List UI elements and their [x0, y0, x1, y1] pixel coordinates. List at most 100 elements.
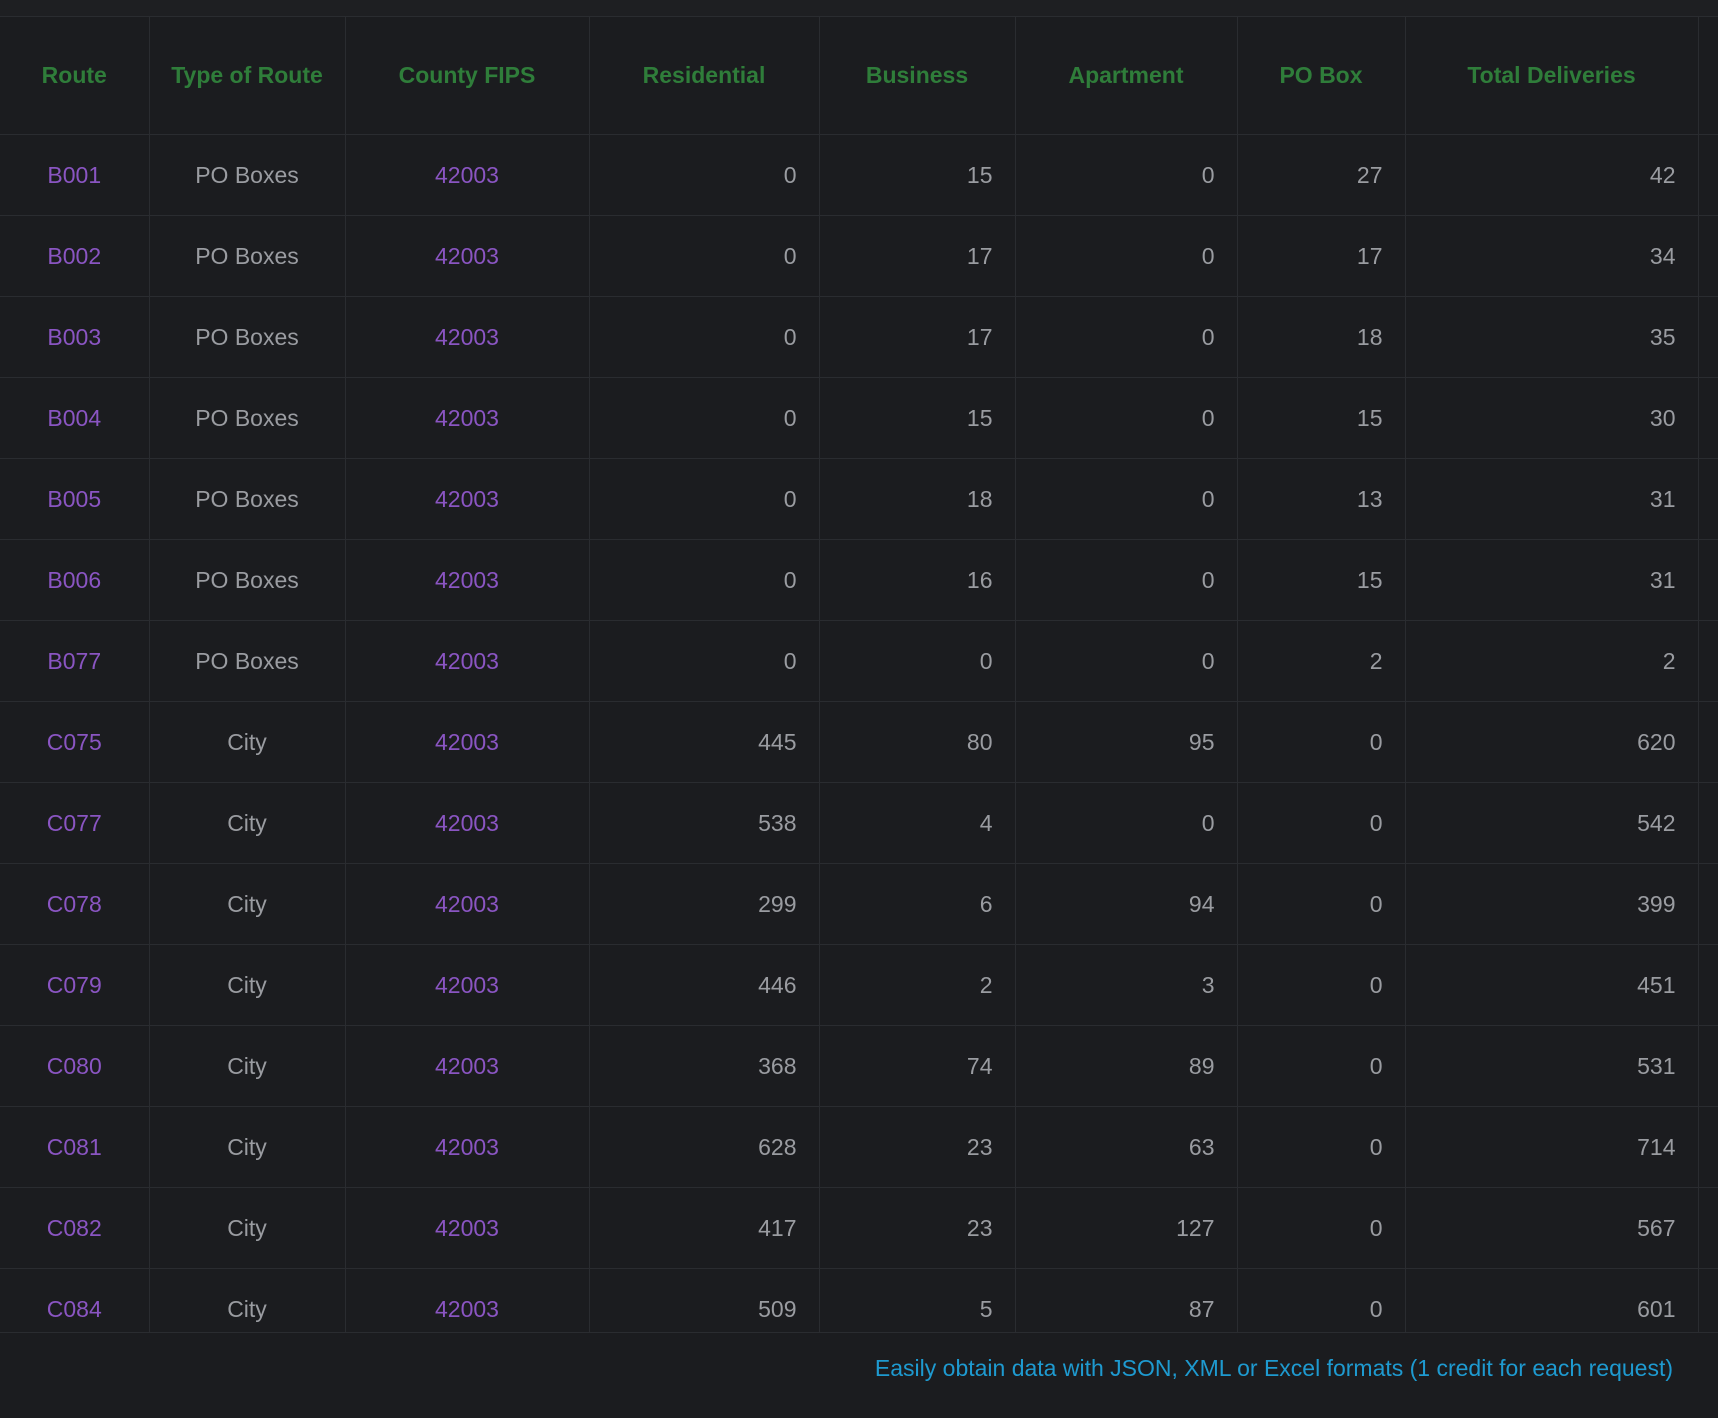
- total-deliveries-cell: 42: [1405, 134, 1699, 216]
- residential-cell: 509: [589, 1268, 820, 1332]
- po-box-cell: 2: [1237, 620, 1406, 702]
- total-deliveries-cell: 531: [1405, 1025, 1699, 1107]
- route-type-cell: PO Boxes: [149, 134, 346, 216]
- route-type-cell: PO Boxes: [149, 539, 346, 621]
- county-fips-link[interactable]: 42003: [345, 458, 590, 540]
- route-link[interactable]: C081: [0, 1106, 150, 1188]
- row-spacer: [1698, 539, 1718, 621]
- county-fips-link[interactable]: 42003: [345, 539, 590, 621]
- business-cell: 2: [819, 944, 1016, 1026]
- route-type-cell: City: [149, 1187, 346, 1269]
- county-fips-link[interactable]: 42003: [345, 215, 590, 297]
- header-total-deliveries[interactable]: Total Deliveries: [1405, 16, 1699, 135]
- total-deliveries-cell: 714: [1405, 1106, 1699, 1188]
- business-cell: 18: [819, 458, 1016, 540]
- route-link[interactable]: B004: [0, 377, 150, 459]
- business-cell: 23: [819, 1106, 1016, 1188]
- apartment-cell: 127: [1015, 1187, 1238, 1269]
- table-row: B006 PO Boxes 42003 0 16 0 15 31: [0, 539, 1718, 621]
- row-spacer: [1698, 944, 1718, 1026]
- route-type-cell: City: [149, 863, 346, 945]
- route-type-cell: City: [149, 1268, 346, 1332]
- business-cell: 15: [819, 377, 1016, 459]
- county-fips-link[interactable]: 42003: [345, 1106, 590, 1188]
- total-deliveries-cell: 567: [1405, 1187, 1699, 1269]
- route-type-cell: PO Boxes: [149, 458, 346, 540]
- route-link[interactable]: C080: [0, 1025, 150, 1107]
- apartment-cell: 95: [1015, 701, 1238, 783]
- apartment-cell: 0: [1015, 296, 1238, 378]
- route-link[interactable]: C079: [0, 944, 150, 1026]
- apartment-cell: 87: [1015, 1268, 1238, 1332]
- table-row: C079 City 42003 446 2 3 0 451: [0, 944, 1718, 1026]
- route-link[interactable]: B005: [0, 458, 150, 540]
- total-deliveries-cell: 399: [1405, 863, 1699, 945]
- business-cell: 17: [819, 215, 1016, 297]
- data-formats-link[interactable]: Easily obtain data with JSON, XML or Exc…: [875, 1355, 1673, 1382]
- table-row: C082 City 42003 417 23 127 0 567: [0, 1187, 1718, 1269]
- route-link[interactable]: C084: [0, 1268, 150, 1332]
- header-residential[interactable]: Residential: [589, 16, 820, 135]
- county-fips-link[interactable]: 42003: [345, 134, 590, 216]
- row-spacer: [1698, 458, 1718, 540]
- route-link[interactable]: B006: [0, 539, 150, 621]
- route-type-cell: City: [149, 944, 346, 1026]
- route-link[interactable]: C082: [0, 1187, 150, 1269]
- header-route[interactable]: Route: [0, 16, 150, 135]
- route-link[interactable]: B001: [0, 134, 150, 216]
- route-link[interactable]: C075: [0, 701, 150, 783]
- county-fips-link[interactable]: 42003: [345, 1025, 590, 1107]
- business-cell: 74: [819, 1025, 1016, 1107]
- total-deliveries-cell: 34: [1405, 215, 1699, 297]
- residential-cell: 0: [589, 620, 820, 702]
- apartment-cell: 94: [1015, 863, 1238, 945]
- county-fips-link[interactable]: 42003: [345, 620, 590, 702]
- total-deliveries-cell: 30: [1405, 377, 1699, 459]
- total-deliveries-cell: 542: [1405, 782, 1699, 864]
- route-link[interactable]: B003: [0, 296, 150, 378]
- county-fips-link[interactable]: 42003: [345, 701, 590, 783]
- county-fips-link[interactable]: 42003: [345, 1268, 590, 1332]
- county-fips-link[interactable]: 42003: [345, 863, 590, 945]
- header-apartment[interactable]: Apartment: [1015, 16, 1238, 135]
- apartment-cell: 89: [1015, 1025, 1238, 1107]
- table-row: C080 City 42003 368 74 89 0 531: [0, 1025, 1718, 1107]
- route-link[interactable]: B002: [0, 215, 150, 297]
- table-row: C084 City 42003 509 5 87 0 601: [0, 1268, 1718, 1332]
- total-deliveries-cell: 31: [1405, 539, 1699, 621]
- route-type-cell: PO Boxes: [149, 215, 346, 297]
- apartment-cell: 0: [1015, 539, 1238, 621]
- row-spacer: [1698, 620, 1718, 702]
- po-box-cell: 15: [1237, 377, 1406, 459]
- route-link[interactable]: B077: [0, 620, 150, 702]
- apartment-cell: 63: [1015, 1106, 1238, 1188]
- total-deliveries-cell: 620: [1405, 701, 1699, 783]
- route-link[interactable]: C078: [0, 863, 150, 945]
- table-row: B002 PO Boxes 42003 0 17 0 17 34: [0, 215, 1718, 297]
- residential-cell: 0: [589, 539, 820, 621]
- route-type-cell: City: [149, 1025, 346, 1107]
- header-type-of-route[interactable]: Type of Route: [149, 16, 346, 135]
- routes-table: Route Type of Route County FIPS Resident…: [0, 16, 1718, 1332]
- po-box-cell: 0: [1237, 1187, 1406, 1269]
- county-fips-link[interactable]: 42003: [345, 944, 590, 1026]
- residential-cell: 0: [589, 377, 820, 459]
- county-fips-link[interactable]: 42003: [345, 1187, 590, 1269]
- county-fips-link[interactable]: 42003: [345, 377, 590, 459]
- table-scroll-area[interactable]: Route Type of Route County FIPS Resident…: [0, 16, 1718, 1333]
- county-fips-link[interactable]: 42003: [345, 782, 590, 864]
- table-row: B001 PO Boxes 42003 0 15 0 27 42: [0, 134, 1718, 216]
- county-fips-link[interactable]: 42003: [345, 296, 590, 378]
- apartment-cell: 3: [1015, 944, 1238, 1026]
- po-box-cell: 0: [1237, 1025, 1406, 1107]
- route-type-cell: City: [149, 782, 346, 864]
- residential-cell: 0: [589, 134, 820, 216]
- table-row: C075 City 42003 445 80 95 0 620: [0, 701, 1718, 783]
- business-cell: 23: [819, 1187, 1016, 1269]
- business-cell: 0: [819, 620, 1016, 702]
- business-cell: 4: [819, 782, 1016, 864]
- header-po-box[interactable]: PO Box: [1237, 16, 1406, 135]
- route-link[interactable]: C077: [0, 782, 150, 864]
- header-county-fips[interactable]: County FIPS: [345, 16, 590, 135]
- header-business[interactable]: Business: [819, 16, 1016, 135]
